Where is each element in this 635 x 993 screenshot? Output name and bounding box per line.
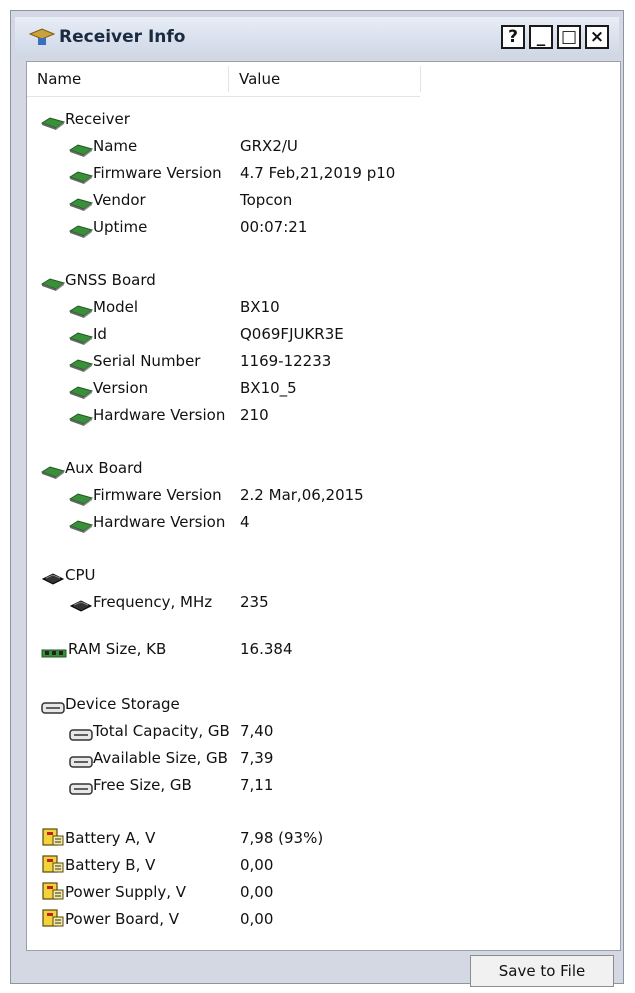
cpu-icon (69, 595, 93, 621)
row-value: 7,40 (240, 722, 274, 740)
row-name: Receiver (65, 110, 130, 128)
row-name: GNSS Board (65, 271, 156, 289)
storage-icon (69, 778, 93, 804)
row-name: RAM Size, KB (68, 640, 167, 658)
window-title: Receiver Info (59, 27, 186, 47)
save-to-file-button[interactable]: Save to File (470, 955, 614, 987)
column-separator[interactable] (420, 66, 421, 92)
row-value: 4 (240, 513, 250, 531)
tree-item[interactable]: Hardware Version 210 (27, 402, 612, 428)
tree-item[interactable]: Id Q069FJUKR3E (27, 321, 612, 347)
battery-icon (41, 827, 65, 855)
circuit-board-icon (68, 408, 94, 434)
tree-item[interactable]: Model BX10 (27, 294, 612, 320)
row-value: 4.7 Feb,21,2019 p10 (240, 164, 396, 182)
help-button[interactable]: ? (501, 25, 525, 49)
footer-bar: Save to File (15, 955, 619, 987)
tree-item[interactable]: Name GRX2/U (27, 133, 612, 159)
row-value: 0,00 (240, 883, 274, 901)
memory-icon (41, 642, 67, 668)
row-name: Name (93, 137, 138, 155)
row-name: Version (93, 379, 149, 397)
row-name: Power Board, V (65, 910, 180, 928)
column-header-value[interactable]: Value (239, 70, 280, 88)
tree-item-power[interactable]: Power Supply, V 0,00 (27, 879, 612, 905)
tree-item-power[interactable]: Battery B, V 0,00 (27, 852, 612, 878)
tree-group-cpu[interactable]: CPU (27, 562, 612, 588)
row-name: Hardware Version (93, 406, 226, 424)
row-name: Battery B, V (65, 856, 156, 874)
row-name: Frequency, MHz (93, 593, 213, 611)
row-name: Free Size, GB (93, 776, 192, 794)
receiver-info-window: Receiver Info ? _ □ × Name Value Receive… (10, 10, 624, 987)
row-value: 2.2 Mar,06,2015 (240, 486, 364, 504)
row-name: Serial Number (93, 352, 201, 370)
tree-item[interactable]: Vendor Topcon (27, 187, 612, 213)
row-name: Battery A, V (65, 829, 156, 847)
tree-group-receiver[interactable]: Receiver (27, 106, 612, 132)
tree-item-power[interactable]: Battery A, V 7,98 (93%) (27, 825, 612, 851)
row-name: Id (93, 325, 107, 343)
row-value: 0,00 (240, 856, 274, 874)
column-separator[interactable] (228, 66, 229, 92)
battery-icon (41, 854, 65, 882)
row-value: Q069FJUKR3E (240, 325, 344, 343)
row-name: Uptime (93, 218, 148, 236)
tree-group-ram[interactable]: RAM Size, KB 16.384 (27, 636, 612, 662)
row-value: 7,39 (240, 749, 274, 767)
row-name: CPU (65, 566, 96, 584)
row-value: 1169-12233 (240, 352, 332, 370)
info-table[interactable]: Name Value Receiver Name GRX2/U Firmware Ve… (26, 61, 621, 951)
tree-item-power[interactable]: Power Board, V 0,00 (27, 906, 612, 932)
table-header: Name Value (27, 62, 421, 97)
tree-item[interactable]: Serial Number 1169-12233 (27, 348, 612, 374)
tree-group-aux[interactable]: Aux Board (27, 455, 612, 481)
circuit-board-icon (68, 220, 94, 246)
row-value: 210 (240, 406, 269, 424)
row-name: Firmware Version (93, 486, 222, 504)
row-value: GRX2/U (240, 137, 298, 155)
row-value: 0,00 (240, 910, 274, 928)
maximize-button[interactable]: □ (557, 25, 581, 49)
column-header-name[interactable]: Name (37, 70, 81, 88)
row-value: 16.384 (240, 640, 293, 658)
title-bar[interactable]: Receiver Info ? _ □ × (15, 17, 619, 57)
tree-item[interactable]: Available Size, GB 7,39 (27, 745, 612, 771)
row-name: Power Supply, V (65, 883, 187, 901)
row-name: Total Capacity, GB (93, 722, 230, 740)
close-button[interactable]: × (585, 25, 609, 49)
tree-group-gnss[interactable]: GNSS Board (27, 267, 612, 293)
row-value: Topcon (240, 191, 293, 209)
row-name: Firmware Version (93, 164, 222, 182)
tree-item[interactable]: Total Capacity, GB 7,40 (27, 718, 612, 744)
minimize-button[interactable]: _ (529, 25, 553, 49)
row-value: 7,98 (93%) (240, 829, 324, 847)
tree-item[interactable]: Hardware Version 4 (27, 509, 612, 535)
row-value: 7,11 (240, 776, 274, 794)
row-name: Available Size, GB (93, 749, 228, 767)
tree-item[interactable]: Free Size, GB 7,11 (27, 772, 612, 798)
row-name: Aux Board (65, 459, 143, 477)
row-value: BX10 (240, 298, 280, 316)
battery-icon (41, 881, 65, 909)
tree-item[interactable]: Firmware Version 4.7 Feb,21,2019 p10 (27, 160, 612, 186)
row-name: Vendor (93, 191, 146, 209)
circuit-board-icon (68, 515, 94, 541)
tree-item[interactable]: Version BX10_5 (27, 375, 612, 401)
tree-item[interactable]: Firmware Version 2.2 Mar,06,2015 (27, 482, 612, 508)
row-name: Hardware Version (93, 513, 226, 531)
row-value: 235 (240, 593, 269, 611)
row-name: Model (93, 298, 139, 316)
battery-icon (41, 908, 65, 936)
row-value: BX10_5 (240, 379, 297, 397)
row-value: 00:07:21 (240, 218, 308, 236)
row-name: Device Storage (65, 695, 180, 713)
tree-item[interactable]: Frequency, MHz 235 (27, 589, 612, 615)
tree-item[interactable]: Uptime 00:07:21 (27, 214, 612, 240)
tree-group-storage[interactable]: Device Storage (27, 691, 612, 717)
receiver-app-icon (29, 28, 55, 45)
